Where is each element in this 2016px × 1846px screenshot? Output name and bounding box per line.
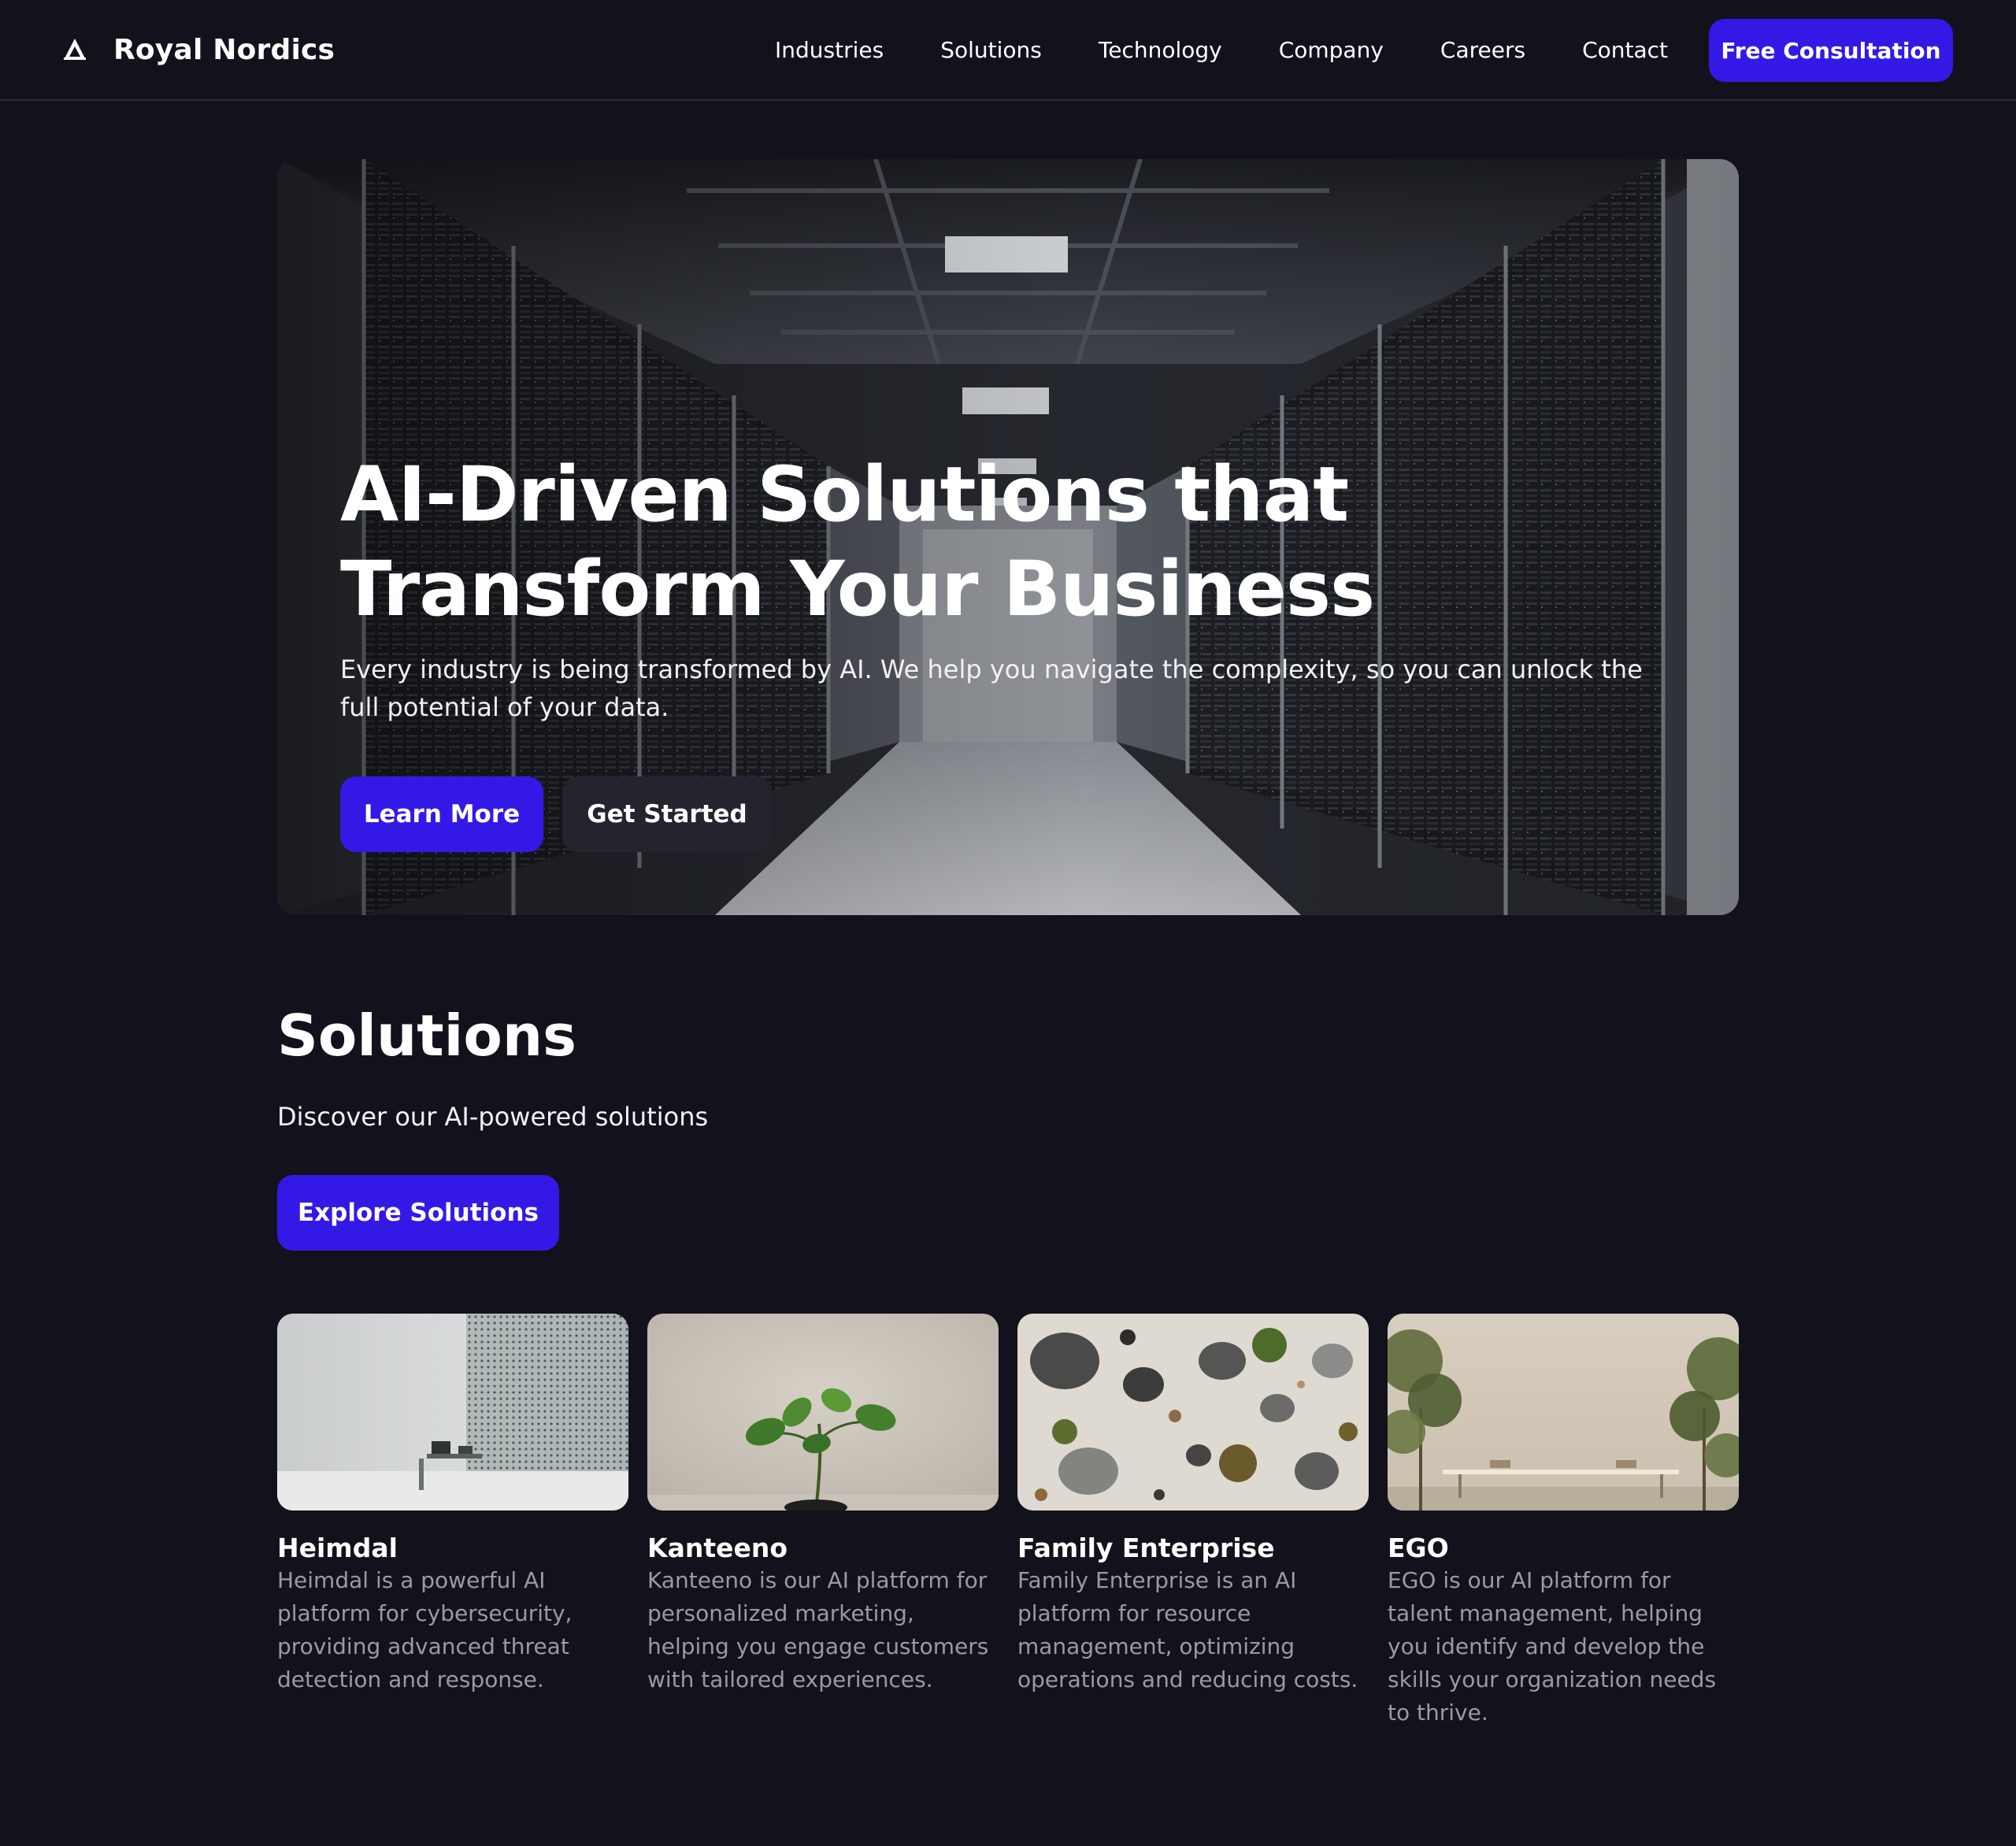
brand[interactable]: Royal Nordics (61, 28, 335, 71)
hero-subtitle: Every industry is being transformed by A… (340, 654, 1643, 722)
family-enterprise-image (1017, 1314, 1369, 1511)
explore-solutions-button[interactable]: Explore Solutions (277, 1175, 559, 1251)
card-description: Kanteeno is our AI platform for personal… (647, 1567, 989, 1692)
solution-card-kanteeno[interactable]: Kanteeno Kanteeno is our AI platform for… (647, 1314, 999, 1692)
get-started-button[interactable]: Get Started (562, 777, 772, 852)
solutions-subtitle: Discover our AI-powered solutions (277, 1102, 709, 1132)
card-description: EGO is our AI platform for talent manage… (1388, 1567, 1717, 1726)
heimdal-image (277, 1314, 628, 1511)
top-navigation: Royal Nordics Industries Solutions Techn… (0, 0, 2016, 101)
nav-link-company[interactable]: Company (1279, 37, 1384, 63)
nav-link-industries[interactable]: Industries (775, 37, 884, 63)
hero-title: AI-Driven Solutions that Transform Your … (340, 450, 1375, 633)
card-title: Kanteeno (647, 1533, 788, 1563)
card-title: EGO (1388, 1533, 1449, 1563)
nav-link-solutions[interactable]: Solutions (940, 37, 1042, 63)
solution-card-ego[interactable]: EGO EGO is our AI platform for talent ma… (1388, 1314, 1739, 1726)
solutions-heading: Solutions (277, 1003, 576, 1069)
nav-link-technology[interactable]: Technology (1099, 37, 1222, 63)
kanteeno-image (647, 1314, 999, 1511)
solution-cards: Heimdal Heimdal is a powerful AI platfor… (277, 1314, 1739, 1755)
card-title: Family Enterprise (1017, 1533, 1275, 1563)
card-description: Heimdal is a powerful AI platform for cy… (277, 1567, 573, 1692)
triangle-logo-icon (64, 39, 86, 60)
ego-image (1388, 1314, 1739, 1511)
solution-card-family-enterprise[interactable]: Family Enterprise Family Enterprise is a… (1017, 1314, 1369, 1692)
card-title: Heimdal (277, 1533, 398, 1563)
nav-link-contact[interactable]: Contact (1582, 37, 1668, 63)
nav-links: Industries Solutions Technology Company … (775, 32, 1668, 68)
hero-banner: AI-Driven Solutions that Transform Your … (277, 159, 1739, 915)
solution-card-heimdal[interactable]: Heimdal Heimdal is a powerful AI platfor… (277, 1314, 628, 1692)
card-description: Family Enterprise is an AI platform for … (1017, 1567, 1358, 1692)
learn-more-button[interactable]: Learn More (340, 777, 543, 852)
brand-name: Royal Nordics (113, 33, 335, 66)
nav-link-careers[interactable]: Careers (1440, 37, 1525, 63)
free-consultation-button[interactable]: Free Consultation (1709, 19, 1953, 82)
